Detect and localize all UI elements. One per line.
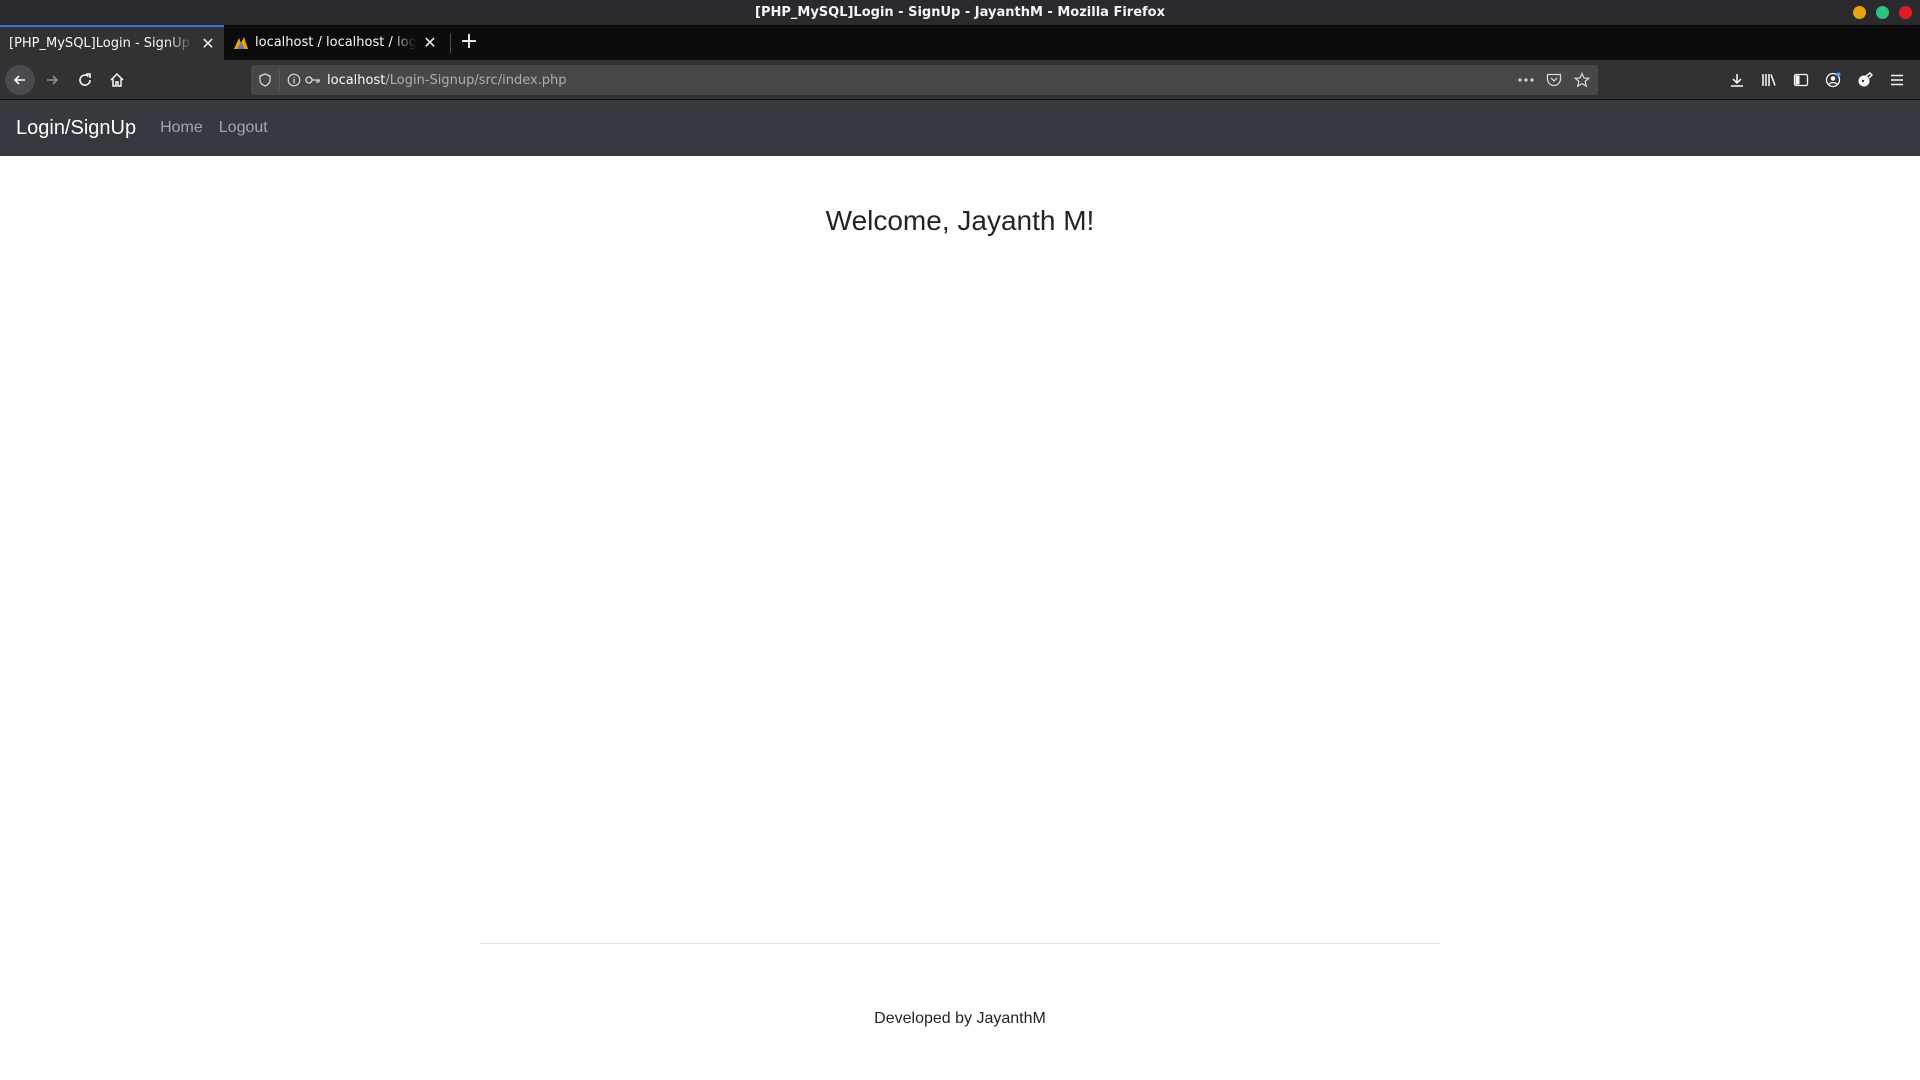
minimize-button[interactable] bbox=[1853, 6, 1866, 19]
tab-strip: [PHP_MySQL]Login - SignUp - J ✕ localhos… bbox=[0, 25, 1920, 60]
shield-icon[interactable] bbox=[257, 72, 273, 88]
new-tab-button[interactable]: + bbox=[455, 25, 483, 60]
url-host: localhost bbox=[327, 72, 386, 88]
maximize-button[interactable] bbox=[1876, 6, 1889, 19]
tab-login-signup[interactable]: [PHP_MySQL]Login - SignUp - J ✕ bbox=[0, 25, 224, 60]
close-tab-icon[interactable]: ✕ bbox=[200, 34, 216, 53]
back-icon[interactable] bbox=[5, 65, 35, 95]
menu-icon[interactable] bbox=[1882, 65, 1912, 95]
tab-title: [PHP_MySQL]Login - SignUp - J bbox=[9, 36, 194, 51]
url-divider bbox=[279, 70, 280, 90]
reload-icon[interactable] bbox=[70, 65, 100, 95]
home-icon[interactable] bbox=[102, 65, 132, 95]
download-icon[interactable] bbox=[1722, 65, 1752, 95]
url-path: /Login-Signup/src/index.php bbox=[385, 72, 567, 88]
welcome-heading: Welcome, Jayanth M! bbox=[825, 205, 1095, 236]
more-icon[interactable] bbox=[1518, 72, 1534, 88]
library-icon[interactable] bbox=[1754, 65, 1784, 95]
forward-icon[interactable] bbox=[37, 65, 67, 95]
close-tab-icon[interactable]: ✕ bbox=[422, 33, 438, 52]
navbar-brand[interactable]: Login/SignUp bbox=[16, 117, 136, 140]
browser-toolbar: localhost/Login-Signup/src/index.php bbox=[0, 60, 1920, 100]
site-navbar: Login/SignUp Home Logout bbox=[0, 100, 1920, 156]
info-icon[interactable] bbox=[286, 72, 302, 88]
star-icon[interactable] bbox=[1574, 72, 1590, 88]
window-title: [PHP_MySQL]Login - SignUp - JayanthM - M… bbox=[755, 5, 1165, 20]
account-icon[interactable] bbox=[1818, 65, 1848, 95]
tab-separator bbox=[450, 33, 451, 53]
key-icon[interactable] bbox=[305, 72, 321, 88]
window-controls bbox=[1853, 6, 1912, 19]
pocket-icon[interactable] bbox=[1546, 72, 1562, 88]
sidebar-icon[interactable] bbox=[1786, 65, 1816, 95]
url-bar[interactable]: localhost/Login-Signup/src/index.php bbox=[251, 65, 1598, 95]
nav-link-home[interactable]: Home bbox=[160, 119, 203, 137]
footer-divider bbox=[480, 943, 1440, 944]
tab-title: localhost / localhost / login bbox=[255, 35, 416, 50]
tab-phpmyadmin[interactable]: localhost / localhost / login ✕ bbox=[224, 25, 446, 60]
toolbar-right bbox=[1722, 65, 1912, 95]
nav-link-logout[interactable]: Logout bbox=[219, 119, 268, 137]
url-actions bbox=[1518, 72, 1590, 88]
close-window-button[interactable] bbox=[1899, 6, 1912, 19]
extension-icon[interactable] bbox=[1850, 65, 1880, 95]
phpmyadmin-icon bbox=[233, 35, 249, 51]
url-text[interactable]: localhost/Login-Signup/src/index.php bbox=[327, 73, 567, 88]
window-title-bar: [PHP_MySQL]Login - SignUp - JayanthM - M… bbox=[0, 0, 1920, 25]
footer-credit: Developed by JayanthM bbox=[874, 1010, 1046, 1027]
